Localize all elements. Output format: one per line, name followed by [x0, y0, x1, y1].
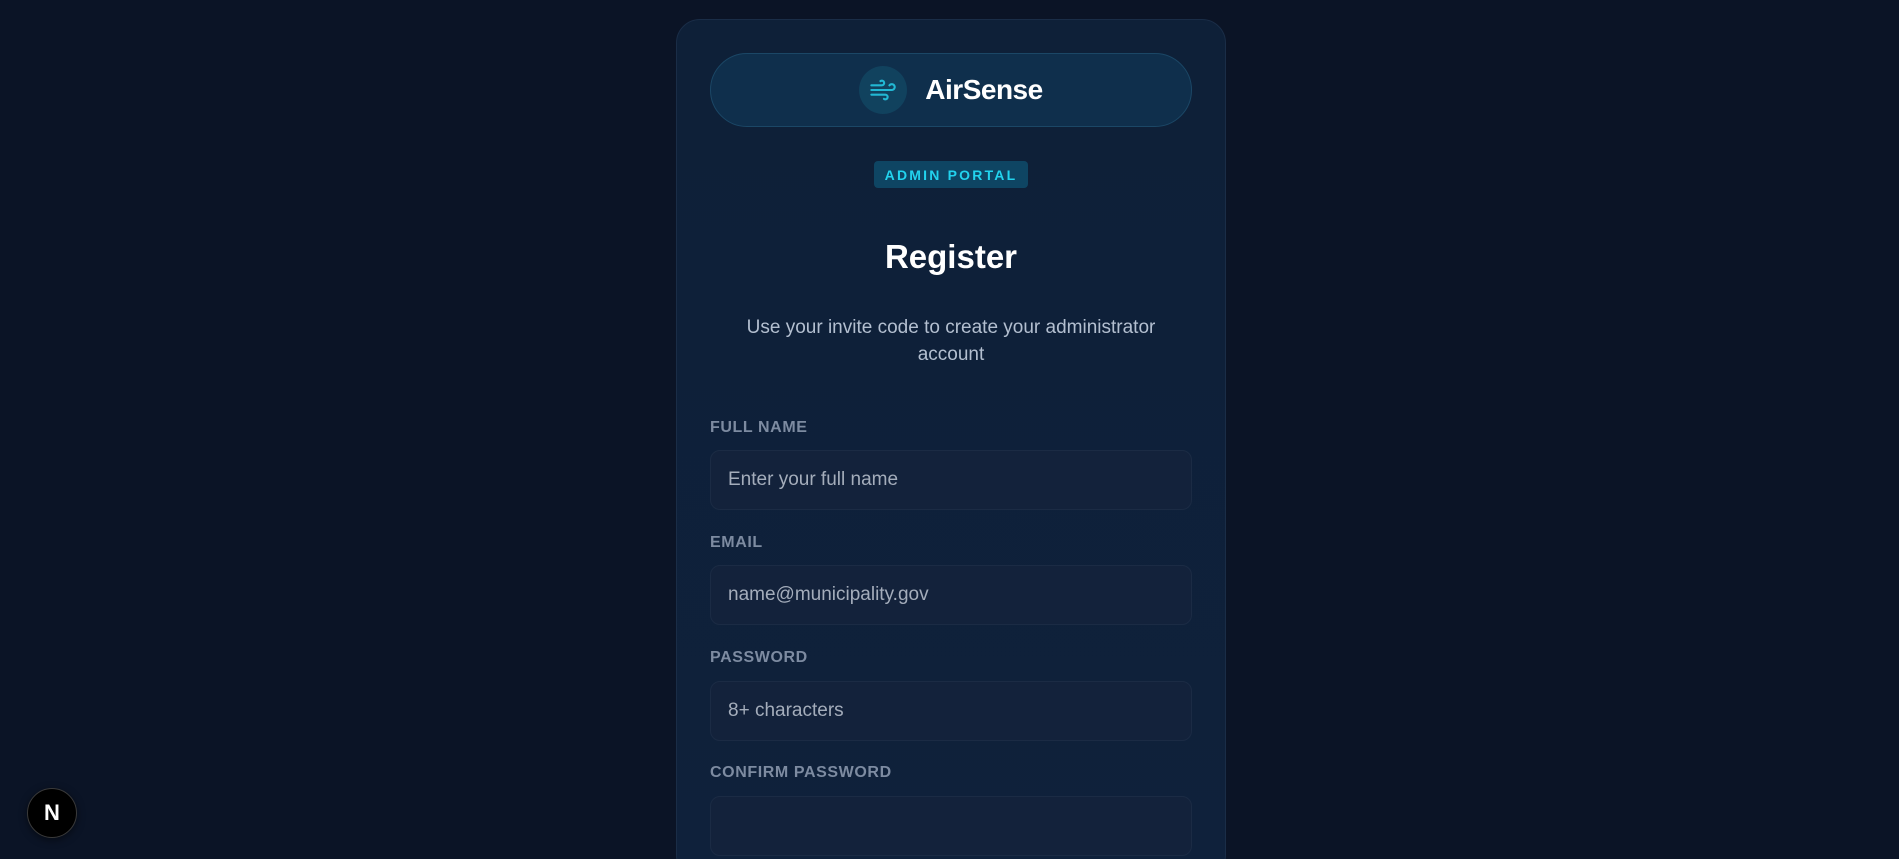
register-card: AirSense ADMIN PORTAL Register Use your …	[676, 19, 1226, 859]
dev-indicator-label: N	[44, 800, 60, 825]
full-name-label: FULL NAME	[710, 419, 808, 436]
password-label: PASSWORD	[710, 649, 808, 666]
admin-portal-badge: ADMIN PORTAL	[873, 161, 1029, 188]
confirm-password-label: CONFIRM PASSWORD	[710, 764, 892, 781]
page-subtitle: Use your invite code to create your admi…	[746, 317, 1156, 365]
page: AirSense ADMIN PORTAL Register Use your …	[0, 0, 1899, 859]
page-title: Register	[884, 238, 1018, 275]
confirm-password-input[interactable]	[710, 796, 1192, 856]
badge-container: ADMIN PORTAL	[677, 161, 1225, 188]
password-input[interactable]	[710, 681, 1192, 741]
full-name-input[interactable]	[710, 450, 1192, 510]
wind-icon	[859, 66, 908, 114]
nextjs-icon[interactable]: N	[27, 788, 77, 838]
email-input[interactable]	[710, 565, 1192, 625]
brand-header: AirSense	[710, 53, 1192, 127]
email-label: EMAIL	[710, 534, 763, 551]
brand-name: AirSense	[925, 74, 1043, 105]
